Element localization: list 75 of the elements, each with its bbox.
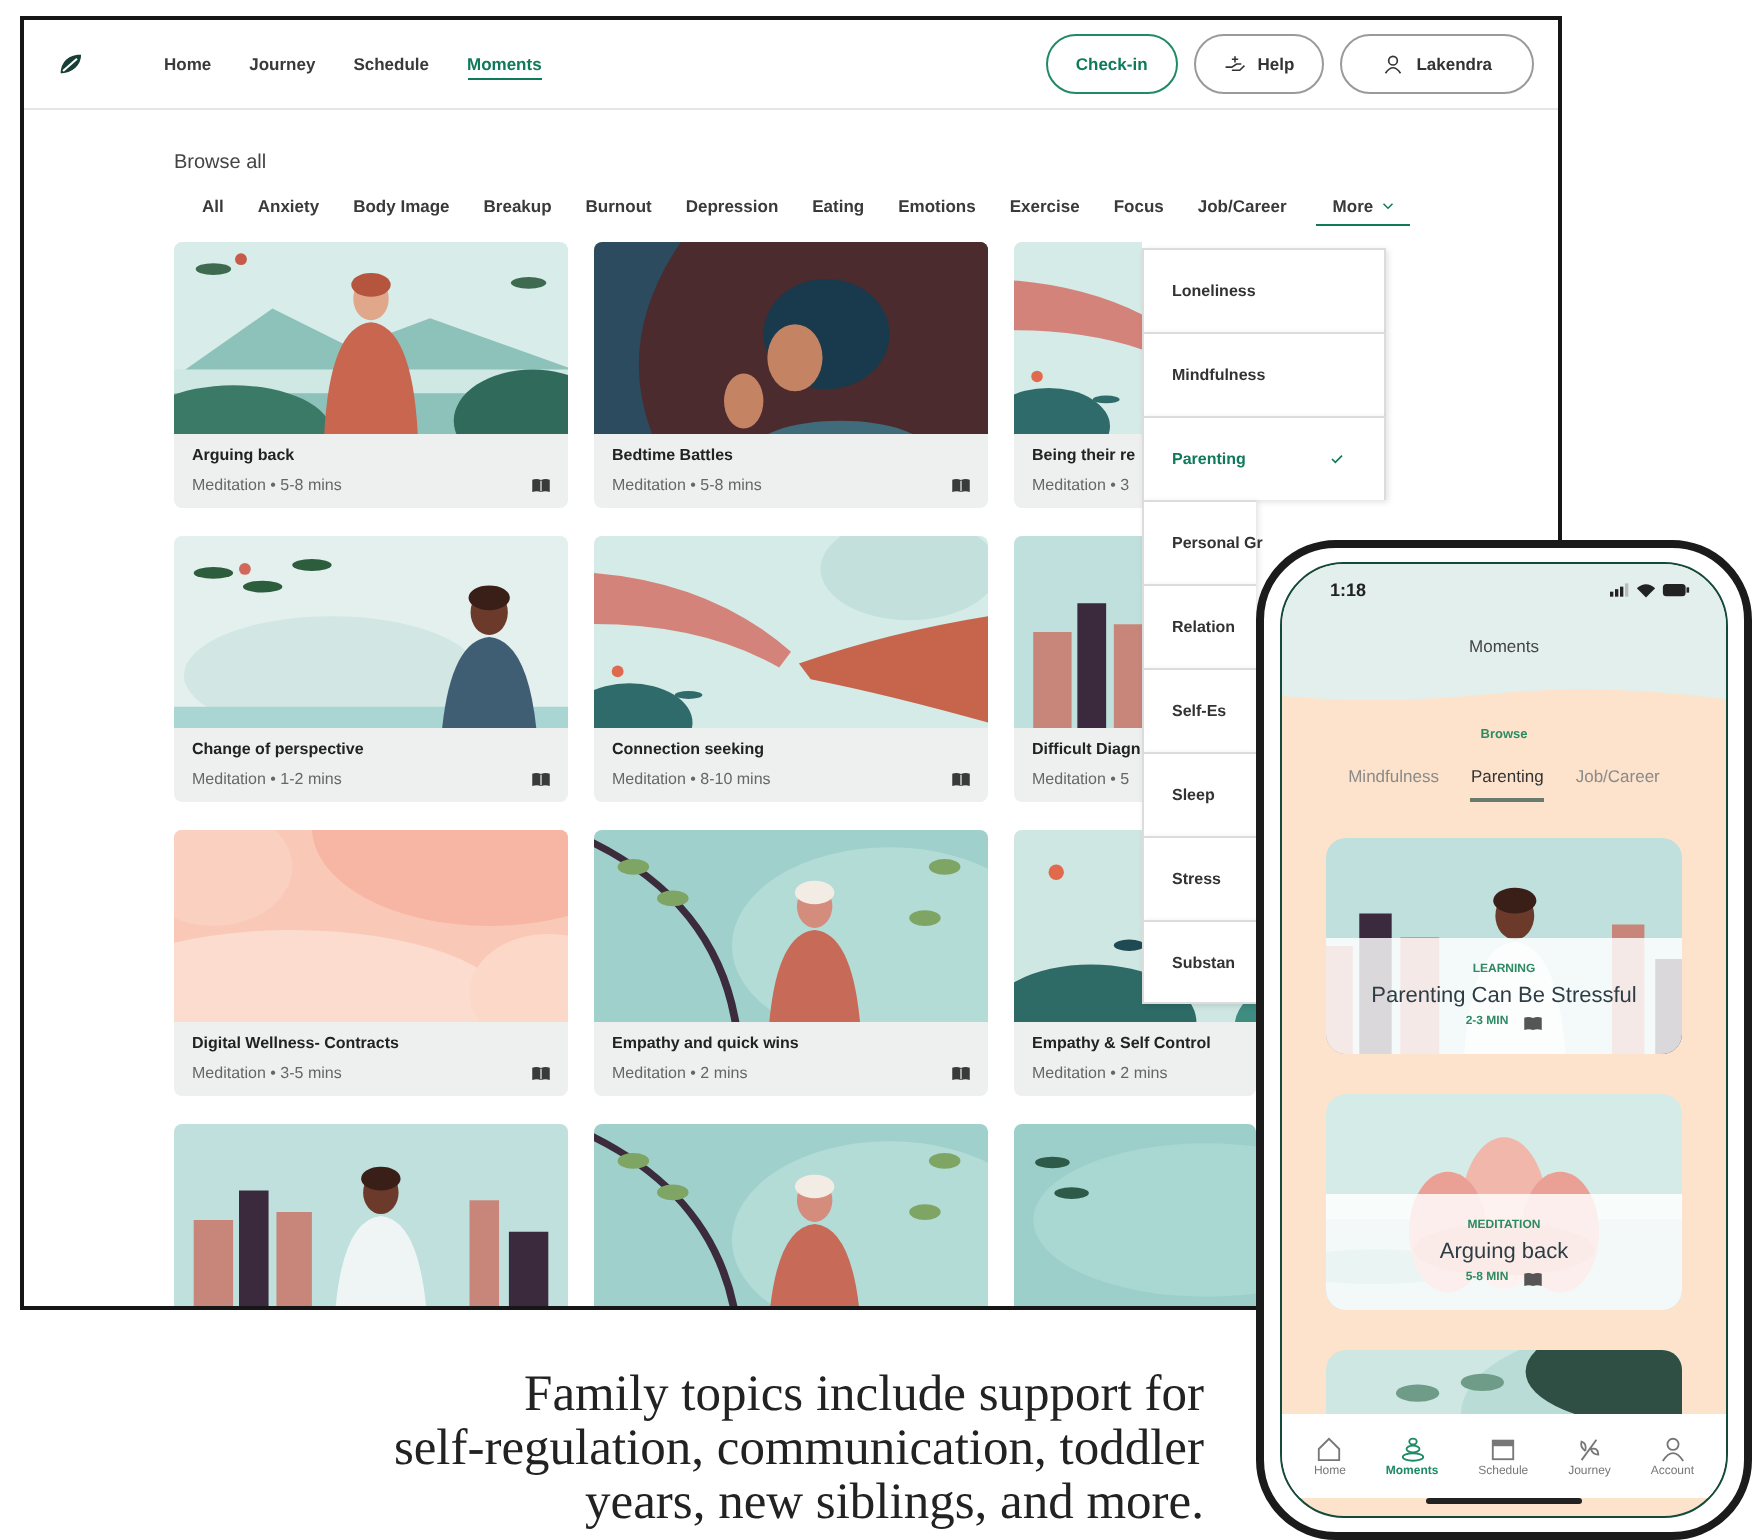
filter-tab[interactable]: Job/Career (1197, 192, 1287, 226)
section-heading: Browse all (174, 152, 269, 174)
menu-item[interactable]: Parenting (1142, 416, 1386, 500)
card-caption[interactable]: Empathy & Self Control Meditation • 2 mins (1014, 1022, 1256, 1096)
filter-tab[interactable]: All (202, 192, 224, 226)
card-caption[interactable]: Digital Wellness- Contracts Meditation • 3-5 mins (174, 1022, 568, 1096)
book-icon (1524, 1015, 1543, 1029)
filter-tab[interactable]: Burnout (585, 192, 652, 226)
card-caption[interactable]: Empathy and quick wins Meditation • 2 mins (594, 1022, 988, 1096)
caption-text: Family topics include support for self-regulation, communication, toddler years, new siblings, and more. (391, 1366, 1204, 1528)
menu-item[interactable]: Loneliness (1142, 248, 1386, 332)
card-meta: Meditation • 5-8 mins (612, 476, 762, 494)
card-caption[interactable]: Bedtime Battles Meditation • 5-8 mins (594, 434, 988, 508)
filter-tab[interactable]: Body Image (353, 192, 450, 226)
card-caption[interactable]: Change of perspective Meditation • 1-2 mins (174, 728, 568, 802)
card-meta: Meditation • 2 mins (1032, 1064, 1168, 1082)
filter-tab[interactable]: Anxiety (257, 192, 320, 226)
filter-tab[interactable]: Emotions (898, 192, 976, 226)
card-meta: Meditation • 8-10 mins (612, 770, 771, 788)
card-title: Change of perspective (192, 740, 364, 758)
card-meta: Meditation • 1-2 mins (192, 770, 342, 788)
chevron-icon (1381, 202, 1394, 210)
calendar-icon (1490, 1435, 1517, 1461)
account-button[interactable]: Lakendra (1340, 34, 1534, 94)
person-icon (1659, 1435, 1686, 1461)
signal-icon (1610, 582, 1630, 598)
card-meta: Meditation • 3 (1032, 476, 1130, 494)
filter-tab[interactable]: Focus (1113, 192, 1164, 226)
menu-item[interactable]: Sleep (1142, 752, 1256, 836)
menu-item[interactable]: Self-Es (1142, 668, 1256, 752)
category-tab[interactable]: Parenting (1470, 766, 1544, 802)
leaf-logo-icon (56, 50, 84, 78)
status-time: 1:18 (1330, 580, 1367, 600)
person-icon (1382, 54, 1405, 74)
nav-link[interactable]: Journey (249, 49, 316, 79)
card-caption[interactable]: Arguing back Meditation • 5-8 mins (174, 434, 568, 508)
check-in-button[interactable]: Check-in (1045, 34, 1178, 94)
card-meta: Meditation • 3-5 mins (192, 1064, 342, 1082)
card-caption[interactable]: Being their re Meditation • 3 (1014, 434, 1142, 508)
card-meta: Meditation • 5-8 mins (192, 476, 342, 494)
card-title: Empathy and quick wins (612, 1034, 799, 1052)
wifi-icon (1636, 582, 1656, 598)
hand-icon (1223, 54, 1246, 74)
sprout-icon (1576, 1435, 1603, 1461)
nav-link[interactable]: Home (164, 49, 212, 79)
filter-tab[interactable]: Depression (685, 192, 779, 226)
filter-tab[interactable]: Eating (812, 192, 865, 226)
card-caption[interactable]: Connection seeking Meditation • 8-10 mins (594, 728, 988, 802)
filter-tab[interactable]: More (1316, 192, 1410, 226)
card-title: Arguing back (1439, 1239, 1569, 1263)
card-title: Digital Wellness- Contracts (192, 1034, 399, 1052)
card-meta: Meditation • 5 (1032, 770, 1130, 788)
home-icon (1316, 1435, 1343, 1461)
filter-tab[interactable]: Exercise (1009, 192, 1080, 226)
filter-tab[interactable]: Breakup (483, 192, 552, 226)
card-title: Parenting Can Be Stressful (1371, 983, 1637, 1007)
battery-icon (1662, 582, 1690, 598)
help-button[interactable]: Help (1193, 34, 1325, 94)
menu-item[interactable]: Mindfulness (1142, 332, 1386, 416)
nav-link[interactable]: Moments (467, 49, 542, 79)
nav-link[interactable]: Schedule (353, 49, 429, 79)
card-title: Being their re (1032, 446, 1136, 464)
card-title: Bedtime Battles (612, 446, 733, 464)
card-title: Empathy & Self Control (1032, 1034, 1211, 1052)
card-caption[interactable]: Difficult Diagn Meditation • 5 (1014, 728, 1142, 802)
card-title: Connection seeking (612, 740, 765, 758)
check-icon (1330, 454, 1344, 464)
book-icon (1524, 1271, 1543, 1285)
card-title: Difficult Diagn (1032, 740, 1141, 758)
menu-item[interactable]: Substan (1142, 920, 1256, 1004)
stones-icon (1399, 1435, 1426, 1461)
menu-item[interactable]: Stress (1142, 836, 1256, 920)
card-title: Arguing back (192, 446, 295, 464)
menu-item[interactable]: Relation (1142, 584, 1256, 668)
card-meta: Meditation • 2 mins (612, 1064, 748, 1082)
